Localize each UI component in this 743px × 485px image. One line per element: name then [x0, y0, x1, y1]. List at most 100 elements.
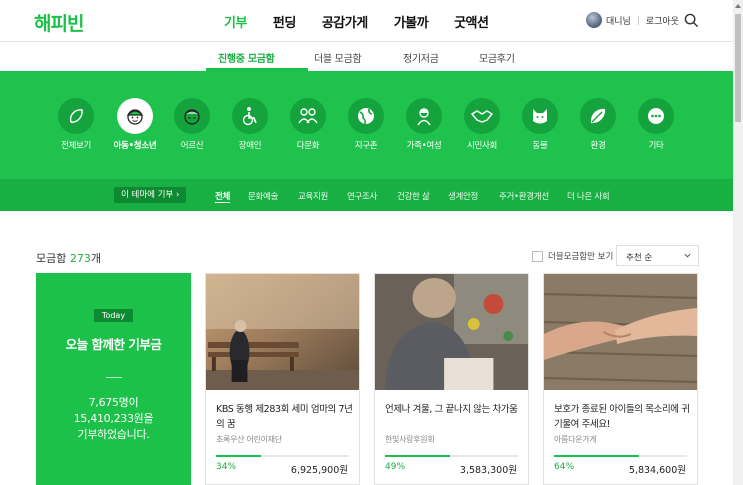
progress-bar — [554, 455, 687, 457]
campaign-title[interactable]: 언제나 겨울, 그 끝나지 않는 차가움 — [385, 402, 523, 417]
progress-bar — [385, 455, 518, 457]
count-number: 273 — [69, 252, 91, 265]
category-elderly[interactable]: 어르신 — [162, 98, 222, 151]
scroll-up-icon[interactable] — [733, 0, 743, 12]
progress-fill — [385, 455, 451, 457]
nav-visit[interactable]: 가볼까 — [394, 12, 429, 31]
nav-store[interactable]: 공감가게 — [322, 12, 368, 31]
progress-fill — [216, 455, 262, 457]
subcategory-housing[interactable]: 주거•환경개선 — [499, 190, 549, 202]
campaign-title[interactable]: 보호가 종료된 아이들의 목소리에 귀 기울여 주세요! — [554, 402, 692, 432]
elderly-icon — [184, 109, 200, 125]
child-icon — [126, 109, 144, 125]
campaign-org: 한빛사랑후원회 — [385, 435, 435, 444]
subcategory-research[interactable]: 연구조사 — [347, 190, 377, 202]
progress-percent: 34% — [216, 462, 237, 472]
today-donation-box: Today 오늘 함께한 기부금 7,675명이 15,410,233원을 기부… — [36, 273, 191, 485]
chevron-down-icon — [684, 253, 691, 258]
campaign-photo — [375, 274, 528, 390]
category-label: 다문화 — [296, 141, 320, 151]
category-disabled[interactable]: 장애인 — [220, 98, 280, 151]
sort-value: 추천 순 — [626, 253, 653, 263]
avatar[interactable] — [586, 12, 602, 28]
category-label: 어르신 — [180, 141, 204, 151]
user-box: 대니님 로그아웃 — [586, 12, 679, 28]
tab-double[interactable]: 더블 모금함 — [314, 50, 362, 65]
category-civil[interactable]: 시민사회 — [452, 98, 512, 151]
username[interactable]: 대니님 — [606, 14, 631, 27]
campaign-photo — [206, 274, 359, 390]
category-label: 시민사회 — [466, 141, 498, 151]
main-nav: 기부 펀딩 공감가게 가볼까 굿액션 — [224, 12, 514, 31]
more-icon — [648, 108, 664, 124]
campaign-photo — [544, 274, 697, 390]
category-label: 환경 — [590, 141, 606, 151]
category-label: 장애인 — [238, 141, 262, 151]
search-icon[interactable] — [684, 13, 699, 28]
category-label: 지구촌 — [354, 141, 378, 151]
campaign-card[interactable]: 언제나 겨울, 그 끝나지 않는 차가움 한빛사랑후원회 49% 3,583,3… — [374, 273, 529, 485]
people-icon — [298, 108, 318, 124]
cat-icon — [533, 109, 547, 124]
category-all[interactable]: 전체보기 — [46, 98, 106, 151]
leaf-icon — [590, 108, 606, 124]
nav-good-action[interactable]: 굿액션 — [454, 12, 489, 31]
top-header: 해피빈 기부 펀딩 공감가게 가볼까 굿액션 대니님 로그아웃 — [0, 0, 733, 42]
tab-regular[interactable]: 정기저금 — [403, 50, 439, 65]
scrollbar-thumb[interactable] — [735, 14, 741, 122]
today-badge: Today — [93, 309, 134, 322]
category-band: 전체보기 아동•청소년 어르신 장애인 다문화 지구촌 가족•여성 시민사회 동… — [0, 71, 733, 179]
progress-fill — [554, 455, 640, 457]
sub-tabs: 진행중 모금함 더블 모금함 정기저금 모금후기 — [0, 42, 733, 70]
campaign-org: 초록우산 어린이재단 — [216, 435, 282, 444]
globe-icon — [358, 108, 374, 125]
subcategory-livelihood[interactable]: 생계안정 — [448, 190, 478, 202]
progress-percent: 49% — [385, 462, 406, 472]
campaign-title[interactable]: KBS 동행 제283회 세미 엄마의 7년의 꿈 — [216, 402, 354, 432]
divider — [637, 15, 639, 25]
category-label: 동물 — [532, 141, 548, 151]
nav-funding[interactable]: 펀딩 — [273, 12, 296, 31]
campaign-count: 모금함 273개 — [36, 252, 101, 265]
tab-ongoing[interactable]: 진행중 모금함 — [218, 50, 275, 65]
double-only-checkbox[interactable] — [532, 250, 543, 262]
handshake-icon — [470, 110, 494, 123]
wheelchair-icon — [242, 107, 257, 126]
progress-bar — [216, 455, 349, 457]
today-title: 오늘 함께한 기부금 — [65, 337, 162, 352]
scrollbar[interactable] — [733, 0, 743, 485]
category-animals[interactable]: 동물 — [510, 98, 570, 151]
today-stats: 7,675명이 15,410,233원을 기부하었습니다. — [73, 396, 154, 441]
campaign-card[interactable]: KBS 동행 제283회 세미 엄마의 7년의 꿈 초록우산 어린이재단 34%… — [205, 273, 360, 485]
logo[interactable]: 해피빈 — [34, 9, 84, 36]
subcategory-band: 이 테마에 기부 › 전체 문화예술 교육지원 연구조사 건강한 삶 생계안정 … — [0, 179, 733, 211]
logout-link[interactable]: 로그아웃 — [646, 14, 679, 27]
category-label: 기타 — [648, 141, 664, 151]
category-label: 가족•여성 — [406, 141, 442, 151]
theme-donate-button[interactable]: 이 테마에 기부 › — [114, 187, 187, 203]
category-label: 전체보기 — [60, 141, 92, 151]
campaign-amount: 3,583,300원 — [459, 465, 517, 476]
subcategory-culture[interactable]: 문화예술 — [248, 190, 278, 202]
double-only-filter[interactable]: 더블모금함만 보기 — [532, 250, 613, 262]
subcategory-better-society[interactable]: 더 나은 사회 — [567, 190, 610, 202]
category-global[interactable]: 지구촌 — [336, 98, 396, 151]
category-environment[interactable]: 환경 — [568, 98, 628, 151]
divider — [105, 377, 122, 378]
progress-percent: 64% — [554, 462, 575, 472]
sort-select[interactable]: 추천 순 — [616, 245, 699, 266]
category-children[interactable]: 아동•청소년 — [105, 98, 165, 151]
tab-reviews[interactable]: 모금후기 — [479, 50, 515, 65]
campaign-org: 아름다운가게 — [554, 435, 597, 444]
subcategory-all[interactable]: 전체 — [215, 190, 230, 202]
category-multicultural[interactable]: 다문화 — [278, 98, 338, 151]
double-only-label: 더블모금함만 보기 — [548, 252, 614, 262]
campaign-card[interactable]: 보호가 종료된 아이들의 목소리에 귀 기울여 주세요! 아름다운가게 64% … — [543, 273, 698, 485]
nav-donate[interactable]: 기부 — [224, 12, 247, 31]
subcategory-health[interactable]: 건강한 삶 — [397, 190, 430, 202]
category-etc[interactable]: 기타 — [626, 98, 686, 151]
leaf-icon — [69, 109, 83, 123]
woman-icon — [417, 108, 431, 126]
subcategory-education[interactable]: 교육지원 — [298, 190, 328, 202]
category-family[interactable]: 가족•여성 — [394, 98, 454, 151]
